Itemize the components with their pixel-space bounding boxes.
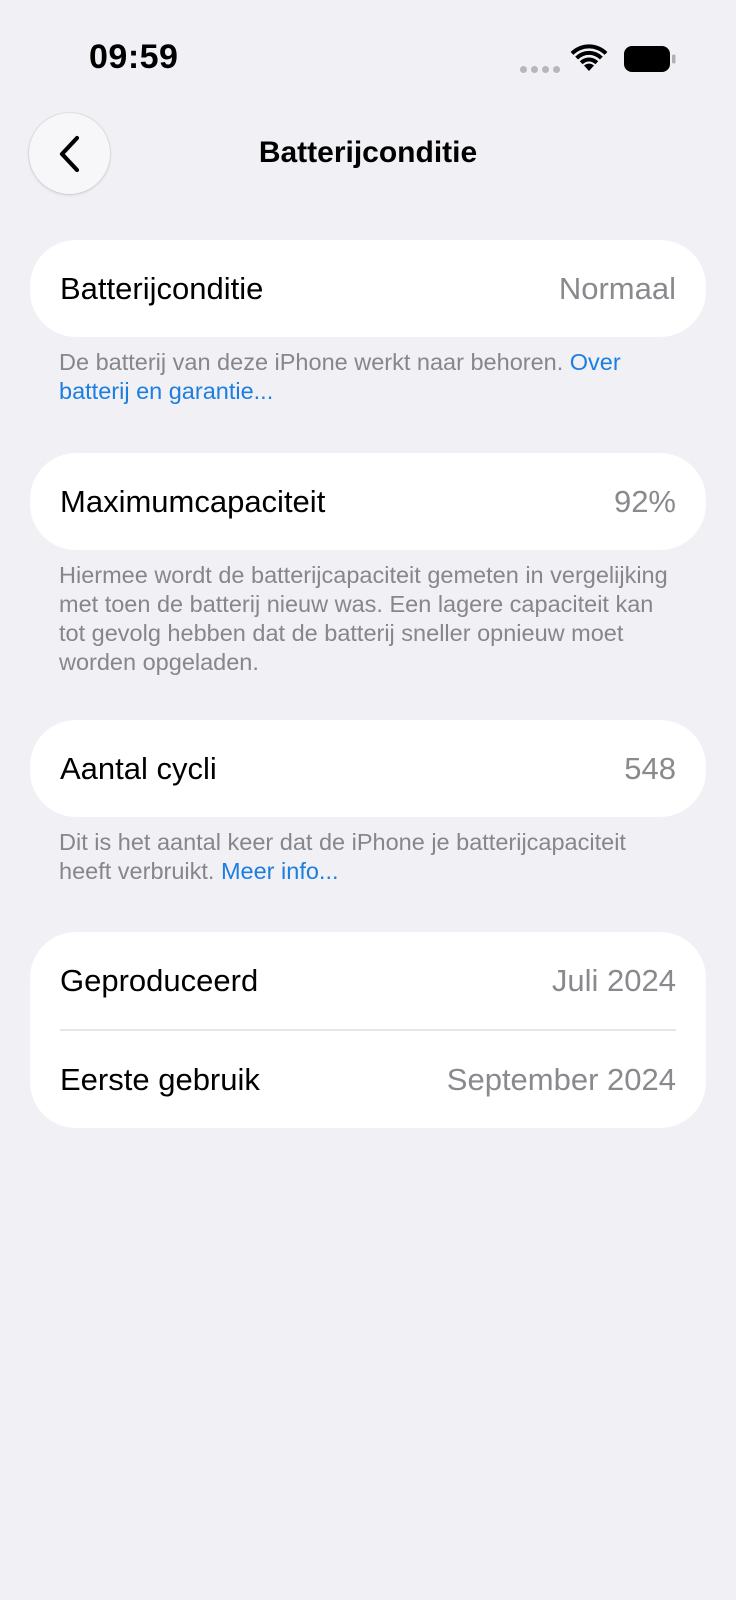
condition-row: Batterijconditie Normaal <box>30 240 706 337</box>
cycles-value: 548 <box>624 750 676 786</box>
page-title: Batterijconditie <box>258 136 478 169</box>
capacity-label: Maximumcapaciteit <box>60 483 326 519</box>
status-time: 09:59 <box>89 38 179 76</box>
battery-health-screen: 09:59 Batterijconditie Batterijconditie … <box>0 0 736 1600</box>
manufactured-row: Geproduceerd Juli 2024 <box>30 932 706 1029</box>
capacity-card: Maximumcapaciteit 92% <box>30 453 706 550</box>
first-use-row: Eerste gebruik September 2024 <box>30 1031 706 1128</box>
status-bar: 09:59 <box>0 0 736 110</box>
cycles-label: Aantal cycli <box>60 750 217 786</box>
capacity-footer: Hiermee wordt de batterijcapaciteit geme… <box>59 562 668 675</box>
more-info-link[interactable]: Meer info... <box>221 858 339 884</box>
condition-value: Normaal <box>558 270 676 306</box>
condition-card: Batterijconditie Normaal <box>30 240 706 337</box>
first-use-label: Eerste gebruik <box>60 1061 260 1097</box>
cycles-footer-text: Dit is het aantal keer dat de iPhone je … <box>59 829 626 884</box>
signal-dots-icon <box>520 66 560 73</box>
cycles-row: Aantal cycli 548 <box>30 720 706 817</box>
cycles-footer: Dit is het aantal keer dat de iPhone je … <box>59 828 679 886</box>
battery-icon <box>624 46 676 72</box>
first-use-value: September 2024 <box>446 1061 676 1097</box>
condition-footer-text: De batterij van deze iPhone werkt naar b… <box>59 349 570 375</box>
condition-footer: De batterij van deze iPhone werkt naar b… <box>59 348 679 406</box>
manufactured-label: Geproduceerd <box>60 962 259 998</box>
capacity-row: Maximumcapaciteit 92% <box>30 453 706 550</box>
capacity-value: 92% <box>613 483 676 519</box>
manufactured-value: Juli 2024 <box>551 962 676 998</box>
condition-label: Batterijconditie <box>60 270 264 306</box>
wifi-icon <box>570 44 608 71</box>
dates-card: Geproduceerd Juli 2024 Eerste gebruik Se… <box>30 932 706 1128</box>
cycles-card: Aantal cycli 548 <box>30 720 706 817</box>
